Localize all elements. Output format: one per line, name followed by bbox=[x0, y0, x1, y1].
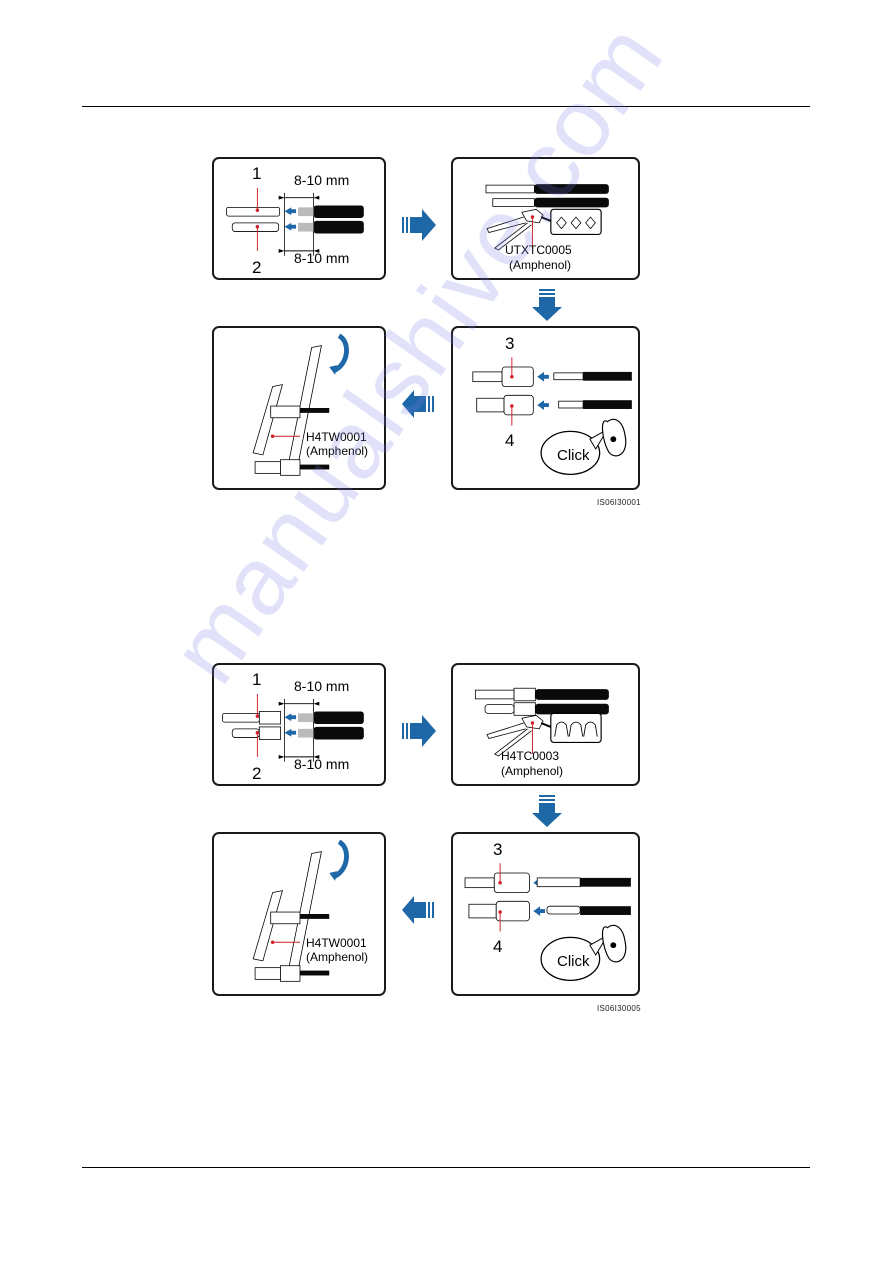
tighten-illustration bbox=[252, 839, 349, 982]
callout-number-3: 3 bbox=[505, 334, 515, 353]
callout-number-1: 1 bbox=[252, 164, 262, 183]
tighten-illustration bbox=[252, 333, 349, 476]
right-arrow-icon bbox=[402, 715, 436, 747]
wrench-tool-model: H4TW0001 bbox=[306, 936, 367, 950]
insert-illustration bbox=[472, 357, 632, 475]
strip-length-top: 8-10 mm bbox=[294, 678, 350, 694]
figure-id: IS06I30005 bbox=[597, 1004, 641, 1013]
wrench-tool-model: H4TW0001 bbox=[306, 430, 367, 444]
left-arrow-icon bbox=[402, 896, 434, 924]
callout-number-1: 1 bbox=[252, 670, 262, 689]
strip-length-top: 8-10 mm bbox=[294, 172, 350, 188]
panel-strip-cable: 1 8-10 mm 2 8-10 mm bbox=[212, 663, 386, 786]
crimp-tool-brand: (Amphenol) bbox=[501, 764, 564, 778]
callout-number-4: 4 bbox=[493, 937, 503, 956]
panel-tighten-nut: H4TW0001 (Amphenol) bbox=[212, 326, 386, 490]
panel-crimp-contact: UTXTC0005 (Amphenol) bbox=[451, 157, 640, 280]
panel-insert-contact: 3 4 Click bbox=[451, 832, 640, 996]
footer-rule bbox=[82, 1167, 810, 1168]
insert-illustration bbox=[464, 863, 631, 981]
callout-number-2: 2 bbox=[252, 258, 262, 277]
right-arrow-icon bbox=[402, 209, 436, 241]
panel-strip-cable: 1 8-10 mm 2 8-10 mm bbox=[212, 157, 386, 280]
figure-id: IS06I30001 bbox=[597, 498, 641, 507]
wrench-tool-brand: (Amphenol) bbox=[306, 444, 369, 458]
strip-length-bottom: 8-10 mm bbox=[294, 756, 350, 772]
panel-insert-contact: 3 4 Click bbox=[451, 326, 640, 490]
wrench-tool-brand: (Amphenol) bbox=[306, 950, 369, 964]
crimp-tool-brand: (Amphenol) bbox=[509, 258, 572, 272]
click-bubble-text: Click bbox=[557, 447, 590, 464]
crimp-tool-model: UTXTC0005 bbox=[505, 243, 572, 257]
down-arrow-icon bbox=[532, 795, 562, 827]
panel-crimp-contact: H4TC0003 (Amphenol) bbox=[451, 663, 640, 786]
callout-number-4: 4 bbox=[505, 431, 515, 450]
down-arrow-icon bbox=[532, 289, 562, 321]
panel-tighten-nut: H4TW0001 (Amphenol) bbox=[212, 832, 386, 996]
crimp-tool-model: H4TC0003 bbox=[501, 749, 560, 763]
click-bubble-text: Click bbox=[557, 953, 590, 970]
header-rule bbox=[82, 106, 810, 107]
callout-number-3: 3 bbox=[493, 840, 503, 859]
left-arrow-icon bbox=[402, 390, 434, 418]
callout-number-2: 2 bbox=[252, 764, 262, 783]
strip-length-bottom: 8-10 mm bbox=[294, 250, 350, 266]
